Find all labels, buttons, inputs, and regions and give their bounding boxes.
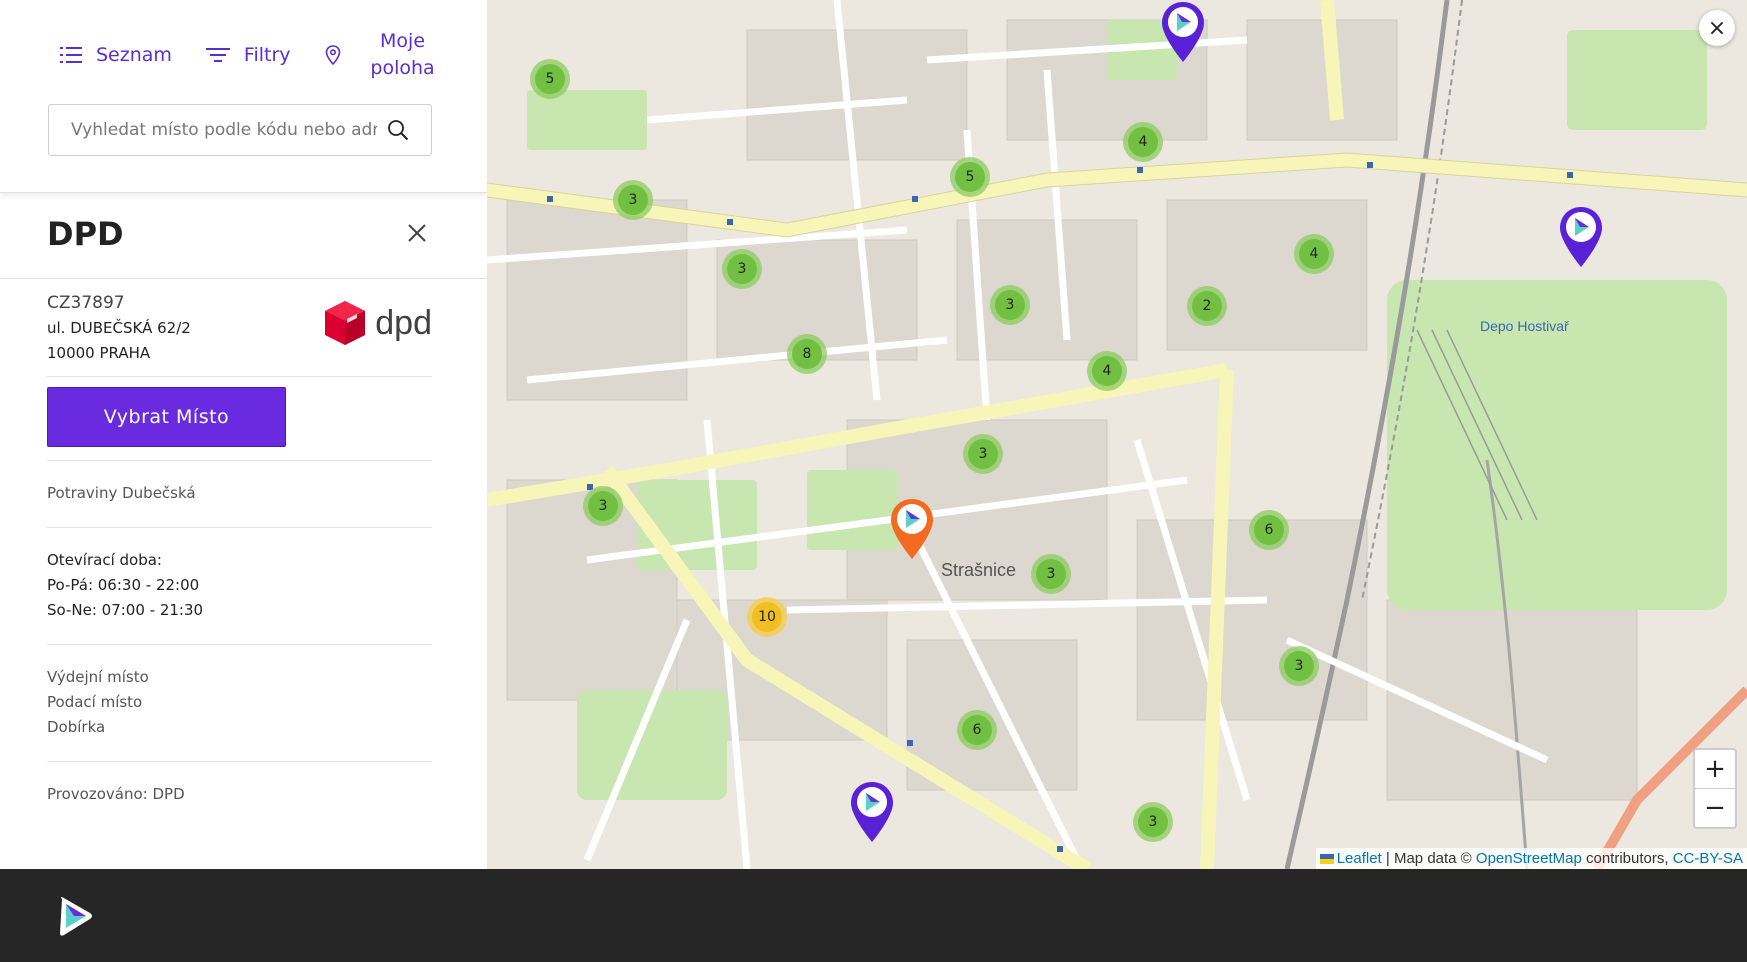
cluster-count: 4	[1299, 239, 1329, 269]
cluster-count: 6	[1254, 515, 1284, 545]
service-item: Výdejní místo	[47, 668, 149, 686]
attribution-contributors: contributors,	[1581, 850, 1673, 867]
cluster-count: 2	[1192, 291, 1222, 321]
map-pin-purple-icon[interactable]	[849, 780, 895, 844]
filters-button[interactable]: Filtry	[205, 44, 291, 66]
select-section: Vybrat Místo	[47, 377, 432, 461]
cluster-count: 3	[1284, 651, 1314, 681]
place-city: 10000 PRAHA	[47, 344, 151, 362]
location-pin-icon	[325, 45, 340, 65]
map-cluster[interactable]: 8	[787, 334, 827, 374]
cluster-count: 5	[535, 64, 565, 94]
place-name: Potraviny Dubečská	[47, 484, 196, 502]
cluster-count: 6	[962, 715, 992, 745]
search-icon[interactable]	[387, 119, 409, 141]
dpd-logo: dpd	[323, 299, 432, 347]
map-cluster[interactable]: 6	[957, 710, 997, 750]
map-close-button[interactable]: ×	[1699, 10, 1735, 46]
zoom-out-button[interactable]: −	[1695, 789, 1735, 827]
operator-section: Provozováno: DPD	[47, 762, 432, 828]
opening-hours-weekend: So-Ne: 07:00 - 21:30	[47, 601, 204, 619]
district-label: Strašnice	[941, 560, 1017, 580]
leaflet-link[interactable]: Leaflet	[1337, 850, 1382, 867]
cluster-count: 5	[955, 162, 985, 192]
service-item: Dobírka	[47, 718, 106, 736]
license-link[interactable]: CC-BY-SA	[1673, 850, 1743, 867]
cluster-count: 8	[792, 339, 822, 369]
map-cluster[interactable]: 3	[722, 249, 762, 289]
map-tiles[interactable]	[487, 0, 1747, 869]
cluster-count: 3	[618, 185, 648, 215]
sidebar-nav: Seznam Filtry Moje poloha	[60, 28, 443, 82]
ukraine-flag-icon	[1319, 854, 1334, 865]
cluster-count: 3	[1138, 807, 1168, 837]
footer	[0, 869, 1747, 962]
map-cluster[interactable]: 3	[990, 285, 1030, 325]
place-code: CZ37897	[47, 293, 125, 313]
map-cluster[interactable]: 2	[1187, 286, 1227, 326]
map-cluster[interactable]: 3	[583, 486, 623, 526]
place-name-section: Potraviny Dubečská	[47, 461, 432, 528]
cluster-count: 4	[1092, 356, 1122, 386]
close-icon: ×	[1707, 15, 1727, 41]
cluster-count: 3	[995, 290, 1025, 320]
search-box	[48, 104, 432, 156]
map-cluster[interactable]: 5	[950, 157, 990, 197]
place-street: ul. DUBEČSKÁ 62/2	[47, 319, 191, 337]
map-view[interactable]: Strašnice Depo Hostivař 5 3 3 8 5 4 3 4 …	[487, 0, 1747, 869]
cluster-count: 3	[968, 439, 998, 469]
zoom-in-button[interactable]: +	[1695, 750, 1735, 789]
sidebar-header: Seznam Filtry Moje poloha	[0, 0, 487, 193]
opening-hours-weekdays: Po-Pá: 06:30 - 22:00	[47, 576, 200, 594]
cluster-count: 3	[727, 254, 757, 284]
map-cluster[interactable]: 3	[1133, 802, 1173, 842]
map-cluster[interactable]: 4	[1087, 351, 1127, 391]
service-item: Podací místo	[47, 693, 143, 711]
cluster-count: 4	[1128, 127, 1158, 157]
operated-by: Provozováno: DPD	[47, 785, 185, 803]
list-button[interactable]: Seznam	[60, 44, 172, 66]
dpd-cube-icon	[325, 301, 366, 345]
cluster-count: 10	[752, 602, 782, 632]
map-cluster[interactable]: 5	[530, 59, 570, 99]
sidebar: Seznam Filtry Moje poloha DPD CZ37897	[0, 0, 487, 869]
map-cluster[interactable]: 10	[747, 597, 787, 637]
depot-label: Depo Hostivař	[1480, 318, 1569, 334]
map-cluster[interactable]: 3	[1279, 646, 1319, 686]
brand-logo-icon[interactable]	[56, 895, 96, 937]
select-place-button[interactable]: Vybrat Místo	[47, 387, 286, 447]
filters-button-label: Filtry	[243, 44, 291, 66]
my-location-button[interactable]: Moje poloha	[325, 28, 443, 82]
map-cluster[interactable]: 3	[1031, 554, 1071, 594]
map-attribution: Leaflet | Map data © OpenStreetMap contr…	[1315, 848, 1747, 869]
map-cluster[interactable]: 6	[1249, 510, 1289, 550]
close-icon[interactable]	[406, 222, 428, 244]
map-pin-purple-icon[interactable]	[1558, 205, 1604, 269]
address-section: CZ37897 ul. DUBEČSKÁ 62/2 10000 PRAHA dp…	[47, 279, 432, 377]
list-icon	[60, 47, 82, 63]
detail-body: CZ37897 ul. DUBEČSKÁ 62/2 10000 PRAHA dp…	[0, 279, 432, 828]
list-button-label: Seznam	[96, 44, 172, 66]
my-location-label-2: poloha	[370, 57, 435, 79]
map-cluster[interactable]: 4	[1123, 122, 1163, 162]
cluster-count: 3	[1036, 559, 1066, 589]
search-input[interactable]	[49, 105, 387, 155]
zoom-control: + −	[1693, 748, 1737, 829]
map-cluster[interactable]: 3	[963, 434, 1003, 474]
attribution-separator: | Map data ©	[1381, 850, 1476, 867]
opening-hours-section: Otevírací doba: Po-Pá: 06:30 - 22:00 So-…	[47, 528, 432, 645]
filter-icon	[205, 48, 230, 62]
opening-hours-title: Otevírací doba:	[47, 551, 162, 569]
detail-title: DPD	[47, 215, 124, 253]
map-pin-selected-icon[interactable]	[889, 497, 935, 561]
osm-link[interactable]: OpenStreetMap	[1476, 850, 1582, 867]
dpd-logo-text: dpd	[375, 303, 432, 342]
my-location-label-1: Moje	[380, 30, 426, 52]
map-pin-purple-icon[interactable]	[1160, 0, 1206, 64]
services-section: Výdejní místo Podací místo Dobírka	[47, 645, 432, 762]
map-cluster[interactable]: 4	[1294, 234, 1334, 274]
cluster-count: 3	[588, 491, 618, 521]
map-cluster[interactable]: 3	[613, 180, 653, 220]
